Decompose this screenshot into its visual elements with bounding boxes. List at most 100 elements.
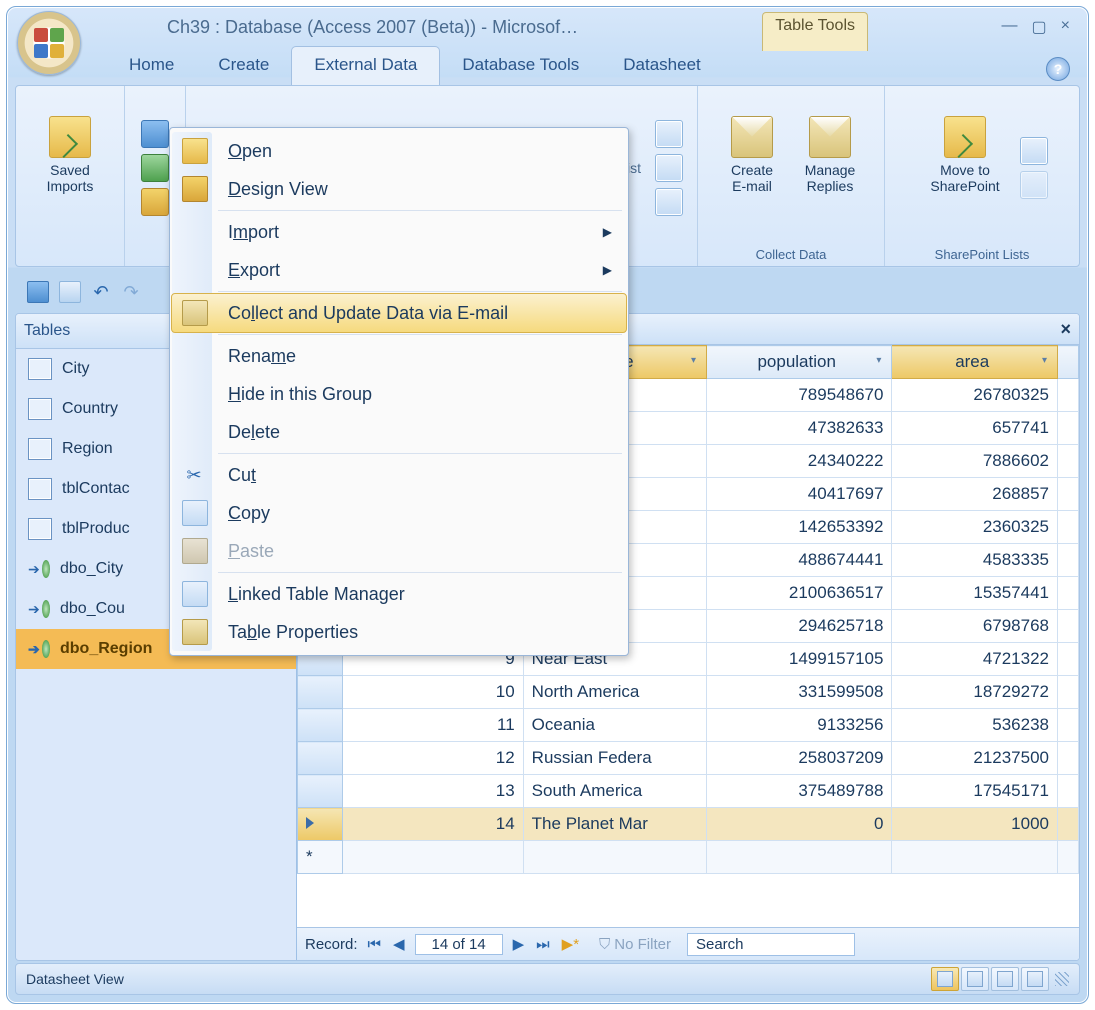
row-selector[interactable]: [298, 742, 343, 775]
cell-population[interactable]: 142653392: [706, 511, 891, 544]
minimize-button[interactable]: —: [1002, 17, 1018, 37]
grid-icon-2[interactable]: [655, 154, 683, 182]
nav-next-button[interactable]: ▶: [511, 935, 527, 953]
table-tools-tab[interactable]: Table Tools: [762, 12, 868, 51]
nav-last-button[interactable]: ⏭: [534, 936, 552, 953]
menu-cut[interactable]: ✂Cut: [172, 456, 626, 494]
cell-id[interactable]: 13: [343, 775, 523, 808]
cell-population[interactable]: 331599508: [706, 676, 891, 709]
office-button[interactable]: [17, 11, 81, 75]
cell-area[interactable]: 1000: [892, 808, 1058, 841]
cell-area[interactable]: 657741: [892, 412, 1058, 445]
cell-extra[interactable]: [1058, 775, 1079, 808]
new-row[interactable]: *: [298, 841, 1079, 874]
cell-extra[interactable]: [1058, 445, 1079, 478]
cell-population[interactable]: 47382633: [706, 412, 891, 445]
resize-grip-icon[interactable]: [1055, 972, 1069, 986]
cell-extra[interactable]: [1058, 511, 1079, 544]
nav-new-button[interactable]: ▶*: [560, 935, 581, 953]
ribbon-tab-database-tools[interactable]: Database Tools: [440, 47, 601, 85]
search-box[interactable]: Search: [687, 933, 855, 956]
cell-name[interactable]: The Planet Mar: [523, 808, 706, 841]
cell-extra[interactable]: [1058, 709, 1079, 742]
no-filter-indicator[interactable]: ⛉ No Filter: [599, 936, 671, 953]
cell-population[interactable]: 1499157105: [706, 643, 891, 676]
manage-replies-button[interactable]: Manage Replies: [794, 109, 866, 227]
access-icon[interactable]: [141, 120, 169, 148]
cell-area[interactable]: 17545171: [892, 775, 1058, 808]
sharepoint-small-icon-2[interactable]: [1020, 171, 1048, 199]
cell-extra[interactable]: [1058, 379, 1079, 412]
row-selector[interactable]: [298, 775, 343, 808]
table-row[interactable]: 11Oceania9133256536238: [298, 709, 1079, 742]
menu-export[interactable]: Export▶: [172, 251, 626, 289]
help-button[interactable]: ?: [1046, 57, 1070, 81]
cell-name[interactable]: North America: [523, 676, 706, 709]
cell-area[interactable]: 268857: [892, 478, 1058, 511]
grid-dropdown-icon[interactable]: [655, 188, 683, 216]
cell-area[interactable]: 21237500: [892, 742, 1058, 775]
view-datasheet-button[interactable]: [931, 967, 959, 991]
ribbon-tab-create[interactable]: Create: [196, 47, 291, 85]
menu-import[interactable]: Import▶: [172, 213, 626, 251]
view-pivotchart-button[interactable]: [991, 967, 1019, 991]
cell-name[interactable]: Oceania: [523, 709, 706, 742]
cell-extra[interactable]: [1058, 808, 1079, 841]
table-row[interactable]: 13South America37548978817545171: [298, 775, 1079, 808]
nav-prev-button[interactable]: ◀: [391, 935, 407, 953]
menu-hide-in-group[interactable]: Hide in this Group: [172, 375, 626, 413]
excel-icon[interactable]: [141, 154, 169, 182]
cell-population[interactable]: 2100636517: [706, 577, 891, 610]
column-header-population[interactable]: population▾: [706, 346, 891, 379]
cell-id[interactable]: 10: [343, 676, 523, 709]
menu-rename[interactable]: Rename: [172, 337, 626, 375]
cell-area[interactable]: 536238: [892, 709, 1058, 742]
cell-extra[interactable]: [1058, 742, 1079, 775]
cell-population[interactable]: 40417697: [706, 478, 891, 511]
row-selector[interactable]: [298, 808, 343, 841]
row-selector[interactable]: [298, 676, 343, 709]
cell-id[interactable]: 12: [343, 742, 523, 775]
view-pivottable-button[interactable]: [961, 967, 989, 991]
table-row[interactable]: 10North America33159950818729272: [298, 676, 1079, 709]
column-header-extra[interactable]: [1058, 346, 1079, 379]
ribbon-tab-datasheet[interactable]: Datasheet: [601, 47, 723, 85]
grid-icon[interactable]: [655, 120, 683, 148]
cell-extra[interactable]: [1058, 643, 1079, 676]
menu-design-view[interactable]: Design View: [172, 170, 626, 208]
cell-area[interactable]: 26780325: [892, 379, 1058, 412]
menu-open[interactable]: Open: [172, 132, 626, 170]
cell-id[interactable]: 11: [343, 709, 523, 742]
cell-population[interactable]: 0: [706, 808, 891, 841]
column-header-area[interactable]: area▾: [892, 346, 1058, 379]
cell-population[interactable]: 375489788: [706, 775, 891, 808]
menu-copy[interactable]: Copy: [172, 494, 626, 532]
row-selector[interactable]: *: [298, 841, 343, 874]
menu-linked-table-manager[interactable]: Linked Table Manager: [172, 575, 626, 613]
maximize-button[interactable]: ▢: [1032, 17, 1047, 37]
table-row[interactable]: 14The Planet Mar01000: [298, 808, 1079, 841]
cell-area[interactable]: 4721322: [892, 643, 1058, 676]
cell-extra[interactable]: [1058, 478, 1079, 511]
cell-population[interactable]: 24340222: [706, 445, 891, 478]
cell-extra[interactable]: [1058, 577, 1079, 610]
row-selector[interactable]: [298, 709, 343, 742]
menu-delete[interactable]: Delete: [172, 413, 626, 451]
cell-extra[interactable]: [1058, 544, 1079, 577]
cell-area[interactable]: 18729272: [892, 676, 1058, 709]
ribbon-tab-home[interactable]: Home: [107, 47, 196, 85]
cell-population[interactable]: 488674441: [706, 544, 891, 577]
view-design-button[interactable]: [1021, 967, 1049, 991]
cell-area[interactable]: 15357441: [892, 577, 1058, 610]
cell-id[interactable]: 14: [343, 808, 523, 841]
sharepoint-small-icon[interactable]: [1020, 137, 1048, 165]
cell-population[interactable]: 9133256: [706, 709, 891, 742]
cell-area[interactable]: 7886602: [892, 445, 1058, 478]
create-email-button[interactable]: Create E-mail: [716, 109, 788, 227]
move-to-sharepoint-button[interactable]: Move to SharePoint: [916, 109, 1014, 227]
ribbon-tab-external-data[interactable]: External Data: [291, 46, 440, 85]
nav-first-button[interactable]: ⏮: [366, 936, 384, 953]
print-icon[interactable]: [59, 281, 81, 303]
undo-icon[interactable]: ↶: [91, 282, 111, 302]
menu-collect-email[interactable]: Collect and Update Data via E-mail: [171, 293, 627, 333]
